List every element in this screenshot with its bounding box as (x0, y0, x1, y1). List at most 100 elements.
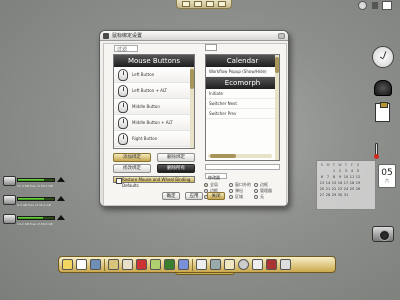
window-app-icon[interactable] (103, 32, 109, 39)
right-filter-input[interactable] (205, 44, 217, 51)
dock-separator (104, 258, 105, 271)
radio-icon[interactable] (229, 195, 233, 199)
modifier-option[interactable]: 区域 (229, 194, 254, 200)
calculator-icon[interactable] (196, 259, 207, 270)
calendar-day[interactable]: 19 (355, 181, 361, 186)
media-player-icon[interactable] (266, 259, 277, 270)
window-list-icon[interactable] (210, 259, 221, 270)
text-editor-icon[interactable] (122, 259, 133, 270)
archive-icon[interactable] (108, 259, 119, 270)
mouse-buttons-header: Mouse Buttons (114, 55, 194, 67)
radio-icon[interactable] (254, 183, 258, 187)
list-item[interactable]: Middle Button + ALT (114, 115, 194, 131)
list-item[interactable]: Left Button + ALT (114, 83, 194, 99)
close-button[interactable]: 关闭 (207, 192, 225, 200)
delete-all-button[interactable]: 删除所有 (157, 164, 195, 173)
hard-drive-icon (3, 195, 16, 205)
drive-usage-fill (18, 217, 44, 219)
drive-usage-bar (17, 197, 55, 201)
network-manager-icon[interactable] (164, 259, 175, 270)
scrollbar-thumb[interactable] (210, 154, 236, 158)
calendar-day[interactable]: 12 (355, 175, 361, 180)
radio-icon[interactable] (254, 195, 258, 199)
radio-icon[interactable] (229, 189, 233, 193)
cd-icon[interactable] (238, 259, 249, 270)
modifiers-label: 修改器 (208, 175, 220, 180)
clock-hand (383, 51, 387, 59)
actions-vscrollbar[interactable] (275, 55, 279, 160)
panel-icon-4[interactable] (218, 1, 226, 7)
drive-info: 11.4 GB free of 39.1 GB (17, 184, 53, 188)
clock-widget[interactable] (372, 46, 394, 68)
list-item[interactable]: Switcher Prev (206, 109, 279, 119)
modifier-option[interactable]: 无 (254, 194, 279, 200)
list-item[interactable]: Switcher Next (206, 99, 279, 109)
actions-header-calendar: Calendar (206, 55, 279, 67)
chat-icon[interactable] (178, 259, 189, 270)
list-item[interactable]: Right Button (114, 131, 194, 147)
home-icon[interactable] (62, 259, 73, 270)
weekday-label: S (356, 163, 360, 167)
mouse-buttons-list[interactable]: Mouse Buttons Left Button Left Button + … (113, 54, 195, 149)
mouse-list-scrollbar[interactable] (190, 67, 194, 148)
top-mini-panel[interactable] (176, 0, 232, 9)
file-manager-icon[interactable] (90, 259, 101, 270)
thermometer-icon[interactable] (374, 143, 379, 159)
panel-icon-1[interactable] (182, 1, 190, 7)
left-filter-input[interactable]: 过滤 (114, 45, 138, 53)
mouse-icon (118, 116, 128, 129)
list-item[interactable]: Initiate (206, 89, 279, 99)
terminal-icon[interactable] (76, 259, 87, 270)
apply-button[interactable]: 应用 (185, 192, 203, 200)
panel-icon-2[interactable] (194, 1, 202, 7)
clipboard-manager-icon[interactable] (224, 259, 235, 270)
radio-icon[interactable] (229, 183, 233, 187)
action-params-input[interactable] (205, 164, 280, 170)
drive-gadget-2[interactable]: 9.3 GB free of 34.2 GB (3, 195, 65, 210)
image-viewer-icon[interactable] (150, 259, 161, 270)
list-item-label: Right Button (132, 136, 158, 141)
eject-icon[interactable] (57, 177, 65, 182)
calendar-widget[interactable]: S M T W T F S 1 2 3 4 5 6 7 8 9 10 11 12 13 14 15 16 17 18 19 20 21… (316, 160, 376, 210)
delete-binding-button[interactable]: 删除绑定 (157, 153, 195, 162)
list-item-label: Left Button + ALT (132, 88, 167, 93)
ok-button[interactable]: 确定 (162, 192, 180, 200)
window-close-icon[interactable] (278, 33, 285, 39)
change-binding-button[interactable]: 修改绑定 (113, 164, 151, 173)
eject-icon[interactable] (57, 215, 65, 220)
radio-icon[interactable] (254, 189, 258, 193)
radio-selected-icon[interactable] (204, 183, 208, 187)
titlebar[interactable]: 鼠标绑定设置 (100, 31, 288, 41)
clipboard-icon[interactable] (375, 102, 390, 122)
add-binding-button[interactable]: 添加绑定 (113, 153, 151, 162)
list-item[interactable]: Middle Button (114, 99, 194, 115)
screen-icon[interactable] (382, 1, 392, 10)
scrollbar-thumb[interactable] (190, 69, 194, 89)
mouse-bindings-window: 鼠标绑定设置 过滤 Mouse Buttons Left Button Left… (99, 30, 289, 207)
mouse-icon (118, 100, 128, 113)
phone-icon[interactable] (374, 80, 392, 96)
scrollbar-thumb[interactable] (275, 57, 279, 73)
calendar-day[interactable]: 26 (355, 187, 361, 192)
calendar-day[interactable]: 5 (355, 169, 361, 174)
today-card[interactable]: 05 六 (378, 164, 396, 188)
today-number: 05 (381, 168, 393, 178)
list-item[interactable]: Workflow Popup (Show/Hide) (206, 67, 279, 77)
actions-hscrollbar[interactable] (208, 154, 272, 158)
battery-icon[interactable] (372, 2, 378, 9)
search-icon[interactable] (252, 259, 263, 270)
hard-drive-icon (3, 214, 16, 224)
eject-icon[interactable] (57, 196, 65, 201)
drive-gadget-3[interactable]: 14.2 GB free of 48.6 GB (3, 214, 65, 229)
actions-list[interactable]: Calendar Workflow Popup (Show/Hide) Ecom… (205, 54, 280, 161)
trash-icon[interactable] (280, 259, 291, 270)
list-item[interactable]: Left Button (114, 67, 194, 83)
panel-icon-3[interactable] (206, 1, 214, 7)
drive-gadget-1[interactable]: 11.4 GB free of 39.1 GB (3, 176, 65, 191)
network-icon[interactable] (358, 1, 367, 10)
actions-header-ecomorph: Ecomorph (206, 77, 279, 89)
camera-icon[interactable] (372, 226, 394, 242)
tools-icon[interactable] (136, 259, 147, 270)
hard-drive-icon (3, 176, 16, 186)
restore-defaults-button[interactable]: Restore Mouse and Wheel Binding Defaults (113, 176, 195, 188)
